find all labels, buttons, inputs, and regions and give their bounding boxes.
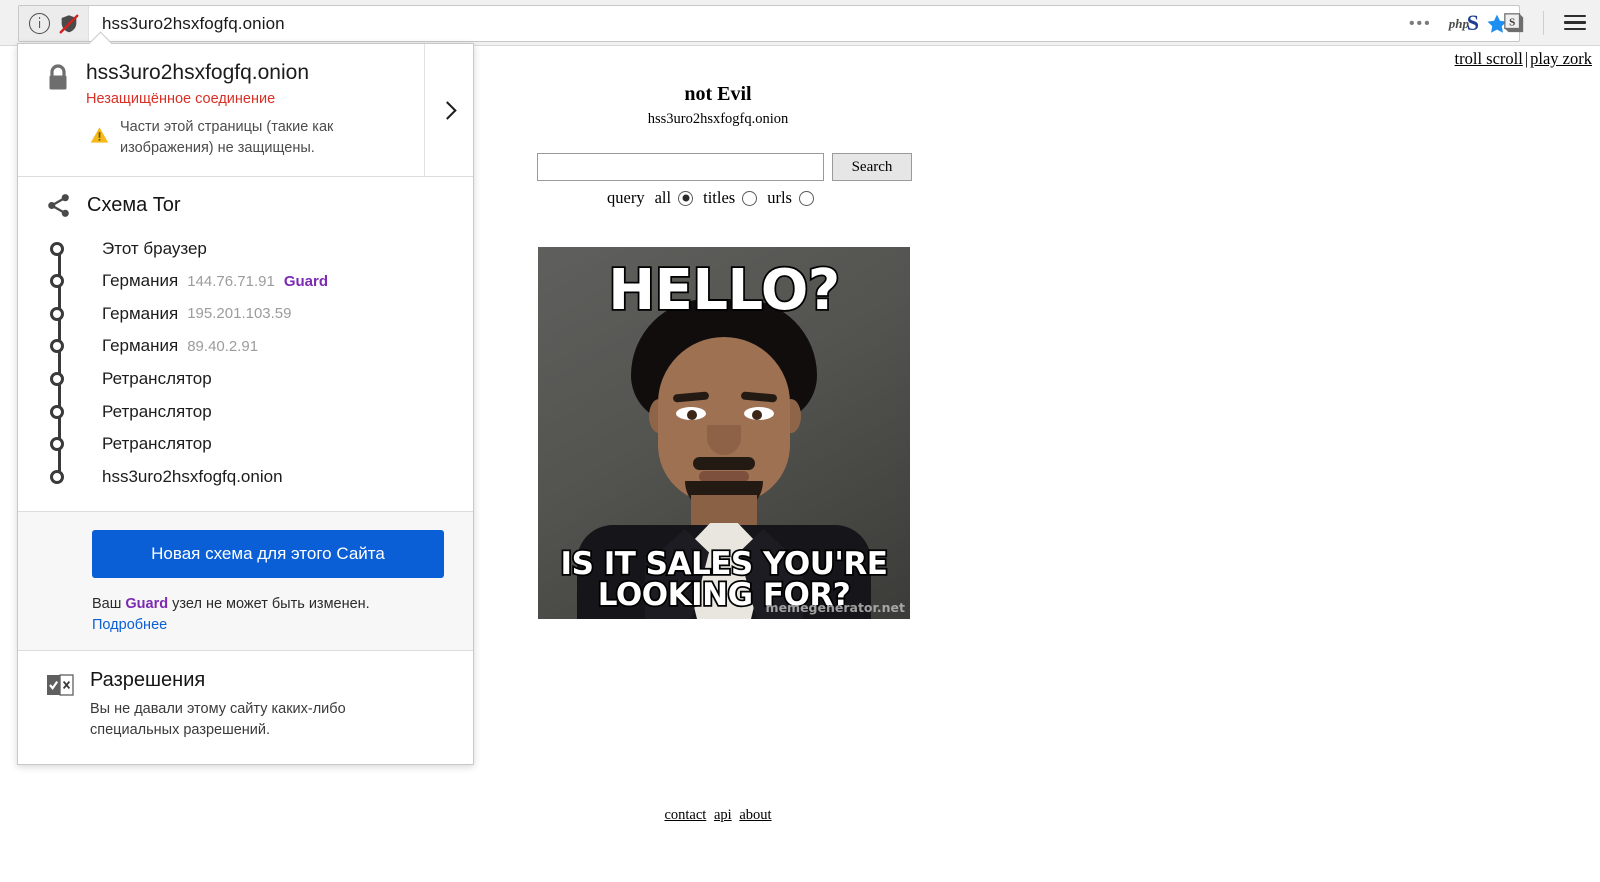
tor-circuit-header: Схема Tor (34, 193, 457, 218)
search-button[interactable]: Search (832, 153, 912, 181)
connection-status: Незащищённое соединение (86, 91, 276, 108)
footer-link-contact[interactable]: contact (664, 807, 706, 823)
tor-circuit-section: Схема Tor Этот браузер Германия 144.76.7… (18, 177, 473, 513)
tor-circuit-title: Схема Tor (87, 194, 181, 217)
chevron-right-icon (438, 100, 457, 120)
mixed-content-text: Части этой страницы (такие как изображен… (120, 119, 334, 156)
site-identity-button[interactable] (19, 6, 89, 41)
top-links: troll scroll | play zork (1455, 49, 1592, 69)
svg-text:S: S (1509, 16, 1515, 28)
warning-triangle-icon (90, 127, 109, 143)
new-circuit-section: Новая схема для этого Сайта Ваш Guard уз… (18, 512, 473, 651)
circuit-node-name: Ретранслятор (102, 434, 212, 454)
radio-dot-all[interactable] (678, 190, 694, 206)
circuit-node: Этот браузер (102, 232, 457, 265)
broken-shield-icon[interactable] (58, 13, 80, 35)
site-identity-panel: hss3uro2hsxfogfq.onion Незащищённое соед… (17, 31, 474, 765)
circuit-node-name: Ретранслятор (102, 369, 212, 389)
toolbar-divider (1543, 10, 1544, 35)
search-input[interactable] (537, 153, 824, 181)
radio-dot-titles[interactable] (742, 190, 758, 206)
security-section[interactable]: hss3uro2hsxfogfq.onion Незащищённое соед… (18, 44, 473, 178)
info-icon[interactable] (29, 13, 50, 34)
circuit-node-name: Германия (102, 336, 179, 356)
permissions-icon (47, 674, 74, 696)
radio-label-all: all (654, 188, 672, 207)
panel-site-title: hss3uro2hsxfogfq.onion (86, 61, 309, 84)
search-form: Search (537, 153, 912, 181)
circuit-node-name: hss3uro2hsxfogfq.onion (102, 466, 283, 486)
circuit-node: Германия 144.76.71.91 Guard (102, 265, 457, 298)
security-details-button[interactable] (424, 44, 473, 177)
extension-toolbar: S S (1455, 0, 1600, 45)
radio-label-urls: urls (767, 188, 792, 207)
footer-link-api[interactable]: api (714, 807, 732, 823)
meme-image: HELLO? IS IT SALES YOU'RE LOOKING FOR? m… (538, 247, 910, 619)
new-circuit-button[interactable]: Новая схема для этого Сайта (92, 530, 444, 579)
radio-option-all[interactable]: all (655, 188, 694, 208)
url-text[interactable]: hss3uro2hsxfogfq.onion (102, 14, 1409, 34)
guard-note: Ваш Guard узел не может быть изменен. (34, 594, 457, 616)
radio-label-titles: titles (703, 188, 736, 207)
permissions-section: Разрешения Вы не давали этому сайту каки… (18, 651, 473, 764)
circuit-node: hss3uro2hsxfogfq.onion (102, 461, 457, 494)
circuit-node-role: Guard (283, 272, 328, 290)
circuit-node: Ретранслятор (102, 428, 457, 461)
circuit-node-ip: 195.201.103.59 (187, 305, 292, 323)
radio-option-titles[interactable]: titles (703, 188, 758, 208)
permissions-title: Разрешения (90, 668, 206, 691)
meme-top-text: HELLO? (606, 258, 842, 323)
guard-note-before: Ваш (92, 596, 126, 613)
query-label: query (607, 188, 645, 207)
circuit-node-name: Германия (102, 303, 179, 323)
circuit-node-ip: 144.76.71.91 (187, 272, 275, 290)
extension-gray-s-icon[interactable]: S (1503, 12, 1525, 34)
circuit-node: Ретранслятор (102, 395, 457, 428)
mixed-content-row: Части этой страницы (такие как изображен… (86, 117, 457, 158)
circuit-node-name: Ретранслятор (102, 401, 212, 421)
page-actions-icon[interactable]: ••• (1409, 15, 1432, 31)
permissions-text: Вы не давали этому сайту каких-либо спец… (90, 700, 346, 739)
link-troll-scroll[interactable]: troll scroll (1455, 49, 1523, 68)
circuit-node: Германия 195.201.103.59 (102, 298, 457, 331)
lock-icon (49, 64, 67, 90)
circuit-node-name: Германия (102, 271, 179, 291)
tor-circuit-list: Этот браузер Германия 144.76.71.91 Guard… (34, 232, 457, 493)
url-bar[interactable]: hss3uro2hsxfogfq.onion ••• php (18, 5, 1520, 42)
radio-dot-urls[interactable] (798, 190, 814, 206)
guard-note-after: узел не может быть изменен. (168, 596, 370, 613)
meme-watermark: memegenerator.net (765, 600, 905, 615)
footer-links: contact api about (0, 807, 1436, 824)
screen: hss3uro2hsxfogfq.onion ••• php S S troll… (0, 0, 1600, 882)
footer-link-about[interactable]: about (739, 807, 771, 823)
link-play-zork[interactable]: play zork (1530, 49, 1592, 68)
learn-more-link[interactable]: Подробнее (34, 617, 167, 633)
radio-option-urls[interactable]: urls (767, 188, 814, 208)
circuit-node: Германия 89.40.2.91 (102, 330, 457, 363)
circuit-node: Ретранслятор (102, 363, 457, 396)
security-body: hss3uro2hsxfogfq.onion Незащищённое соед… (86, 60, 457, 158)
search-scope-options: query all titles urls (537, 188, 884, 208)
permissions-body: Разрешения Вы не давали этому сайту каки… (90, 669, 390, 742)
guard-note-keyword: Guard (125, 596, 169, 613)
share-network-icon (48, 194, 69, 218)
browser-toolbar: hss3uro2hsxfogfq.onion ••• php S S (0, 0, 1600, 46)
circuit-node-ip: 89.40.2.91 (187, 337, 259, 355)
app-menu-icon[interactable] (1550, 14, 1600, 31)
extension-skype-icon[interactable]: S (1455, 10, 1491, 36)
circuit-node-name: Этот браузер (102, 238, 207, 258)
